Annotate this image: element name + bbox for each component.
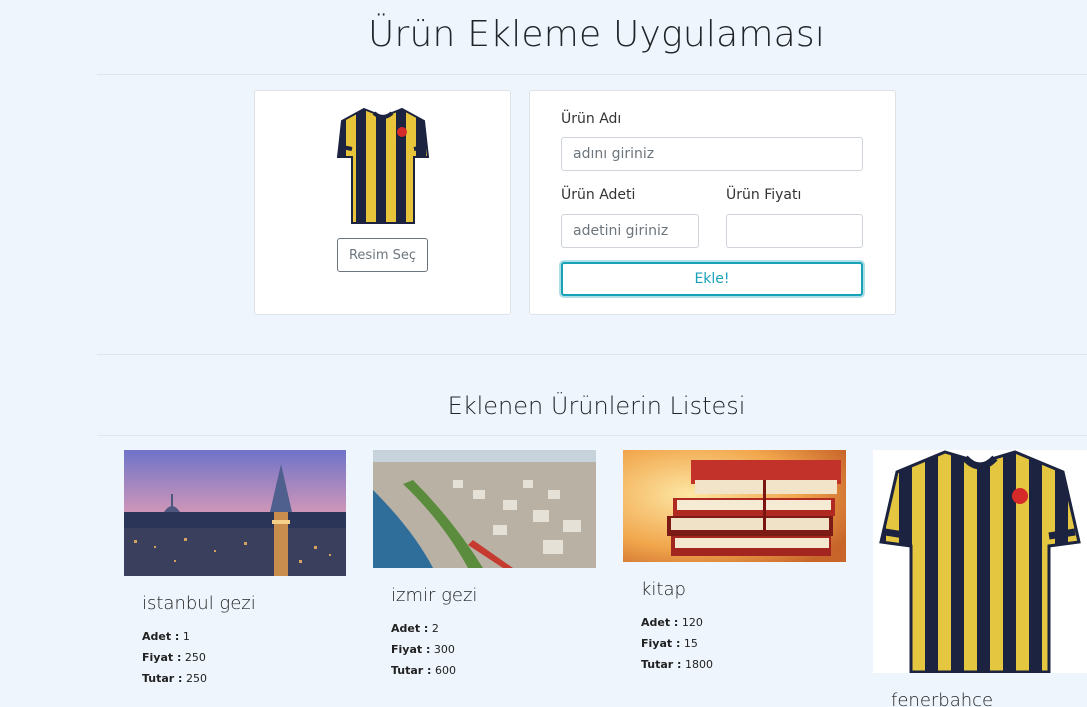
product-name: fenerbahce: [891, 690, 994, 707]
product-quantity-input[interactable]: [561, 214, 699, 248]
product-name-label: Ürün Adı: [561, 111, 622, 127]
product-total: Tutar : 1800: [641, 658, 713, 671]
page-title: Ürün Ekleme Uygulaması: [367, 14, 826, 55]
stack-of-books-photo: [623, 450, 846, 562]
product-total: Tutar : 600: [391, 664, 456, 677]
product-quantity-label: Ürün Adeti: [561, 187, 636, 203]
select-image-button[interactable]: Resim Seç: [337, 238, 428, 272]
jersey-preview-image: [336, 107, 430, 224]
section-divider: [97, 354, 1087, 355]
product-name-input[interactable]: [561, 137, 863, 171]
football-jersey-photo: [873, 450, 1087, 673]
product-name: istanbul gezi: [142, 593, 256, 614]
list-divider: [97, 435, 1087, 436]
product-price: Fiyat : 15: [641, 637, 698, 650]
product-quantity: Adet : 2: [391, 622, 439, 635]
add-product-button[interactable]: Ekle!: [561, 262, 863, 296]
product-price-input[interactable]: [726, 214, 863, 248]
product-total: Tutar : 250: [142, 672, 207, 685]
izmir-coastline-photo: [373, 450, 596, 568]
product-name: kitap: [641, 579, 686, 600]
product-name: izmir gezi: [391, 585, 478, 606]
product-price: Fiyat : 300: [391, 643, 455, 656]
istanbul-galata-tower-photo: [124, 450, 346, 576]
product-list-title: Eklenen Ürünlerin Listesi: [447, 392, 746, 420]
product-price: Fiyat : 250: [142, 651, 206, 664]
product-quantity: Adet : 1: [142, 630, 190, 643]
product-price-label: Ürün Fiyatı: [726, 187, 802, 203]
header-divider: [97, 74, 1087, 75]
product-quantity: Adet : 120: [641, 616, 703, 629]
